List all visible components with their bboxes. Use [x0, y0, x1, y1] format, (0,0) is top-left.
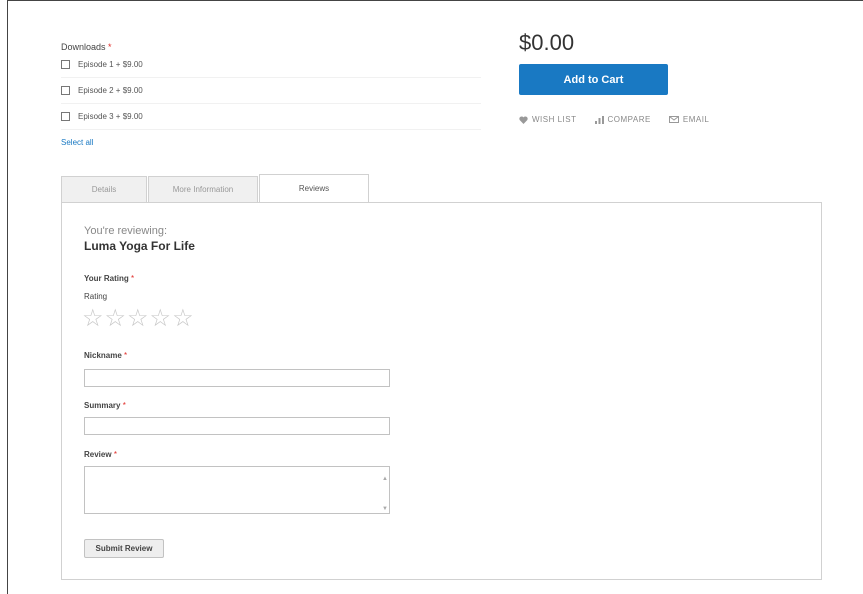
star-icon[interactable]: ☆	[105, 307, 127, 331]
scroll-up-icon[interactable]: ▲	[382, 476, 388, 482]
download-option-label: Episode 3 + $9.00	[78, 112, 143, 121]
tab-more-information[interactable]: More Information	[148, 176, 258, 202]
required-asterisk: *	[122, 401, 126, 410]
download-option-label: Episode 1 + $9.00	[78, 60, 143, 69]
rating-label: Rating	[84, 292, 108, 301]
page-frame-left-border	[7, 0, 8, 594]
download-option-2[interactable]: Episode 2 + $9.00	[61, 78, 481, 104]
your-rating-text: Your Rating	[84, 274, 129, 283]
download-option-3[interactable]: Episode 3 + $9.00	[61, 104, 481, 130]
email-label: EMAIL	[682, 115, 710, 124]
review-label-text: Review	[84, 450, 112, 459]
page-frame-top-border	[7, 0, 863, 1]
product-social-actions: WISH LIST COMPARE EMAIL	[519, 115, 709, 124]
your-rating-label: Your Rating *	[84, 274, 134, 283]
required-asterisk: *	[108, 42, 112, 52]
download-checkbox[interactable]	[61, 86, 70, 95]
downloads-title: Downloads *	[61, 42, 481, 52]
tab-details[interactable]: Details	[61, 176, 147, 202]
product-info-tabs: Details More Information Reviews	[61, 174, 370, 202]
star-icon[interactable]: ☆	[150, 307, 172, 331]
nickname-input[interactable]	[84, 369, 390, 387]
downloads-title-label: Downloads	[61, 42, 106, 52]
bar-chart-icon	[594, 115, 604, 124]
required-asterisk: *	[130, 274, 135, 283]
heart-icon	[519, 115, 528, 124]
required-asterisk: *	[113, 450, 117, 459]
rating-stars: ☆ ☆ ☆ ☆ ☆	[82, 307, 194, 331]
download-checkbox[interactable]	[61, 112, 70, 121]
summary-input[interactable]	[84, 417, 390, 435]
reviewing-label: You're reviewing:	[84, 225, 168, 237]
wish-list-link[interactable]: WISH LIST	[519, 115, 577, 124]
scroll-down-icon[interactable]: ▼	[382, 506, 388, 512]
select-all-link[interactable]: Select all	[61, 138, 93, 147]
add-to-cart-button[interactable]: Add to Cart	[519, 64, 668, 95]
wish-list-label: WISH LIST	[532, 115, 577, 124]
compare-label: COMPARE	[607, 115, 651, 124]
star-icon[interactable]: ☆	[172, 307, 194, 331]
summary-label-text: Summary	[84, 401, 121, 410]
nickname-label: Nickname *	[84, 351, 127, 360]
review-label: Review *	[84, 450, 117, 459]
download-checkbox[interactable]	[61, 60, 70, 69]
email-link[interactable]: EMAIL	[668, 115, 710, 124]
tab-reviews[interactable]: Reviews	[259, 174, 369, 202]
star-icon[interactable]: ☆	[82, 307, 104, 331]
textarea-scrollbar[interactable]: ▲ ▼	[382, 474, 388, 514]
review-textarea[interactable]	[84, 466, 390, 514]
reviews-panel: You're reviewing: Luma Yoga For Life You…	[61, 202, 822, 580]
download-option-label: Episode 2 + $9.00	[78, 86, 143, 95]
compare-link[interactable]: COMPARE	[594, 115, 651, 124]
submit-review-button[interactable]: Submit Review	[84, 539, 164, 558]
envelope-icon	[668, 116, 679, 123]
star-icon[interactable]: ☆	[127, 307, 149, 331]
downloads-section: Downloads * Episode 1 + $9.00 Episode 2 …	[61, 42, 481, 150]
required-asterisk: *	[124, 351, 128, 360]
product-price: $0.00	[519, 30, 575, 55]
nickname-label-text: Nickname	[84, 351, 122, 360]
reviewed-product-name: Luma Yoga For Life	[84, 239, 195, 253]
summary-label: Summary *	[84, 401, 126, 410]
download-option-1[interactable]: Episode 1 + $9.00	[61, 52, 481, 78]
